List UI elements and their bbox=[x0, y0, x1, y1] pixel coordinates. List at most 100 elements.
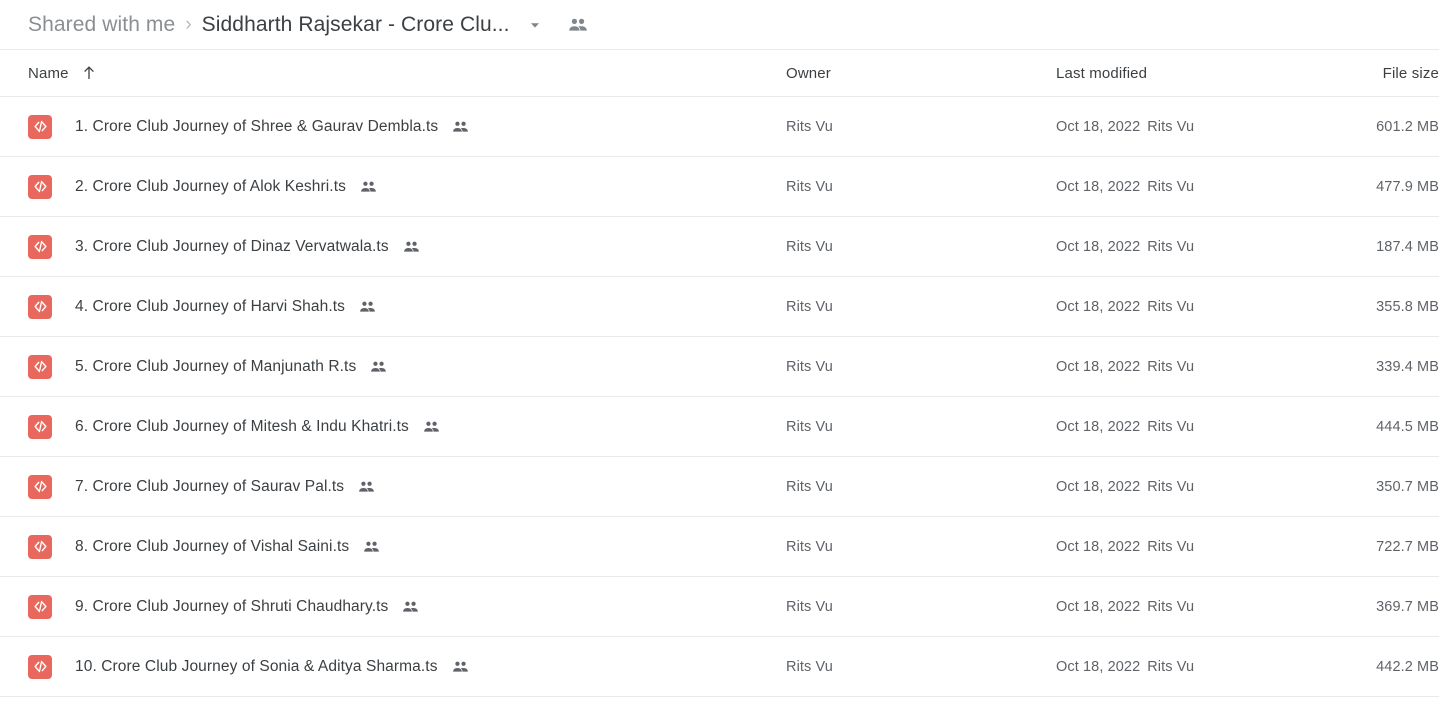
table-row[interactable]: 10. Crore Club Journey of Sonia & Aditya… bbox=[0, 637, 1439, 697]
file-name-cell[interactable]: 2. Crore Club Journey of Alok Keshri.ts bbox=[0, 174, 786, 199]
last-modified-date: Oct 18, 2022 bbox=[1056, 538, 1141, 555]
breadcrumb-separator-icon: › bbox=[185, 14, 192, 35]
code-file-icon bbox=[28, 534, 52, 559]
last-modified-by: Rits Vu bbox=[1147, 298, 1195, 315]
file-size-cell: 339.4 MB bbox=[1376, 358, 1439, 375]
table-row[interactable]: 9. Crore Club Journey of Shruti Chaudhar… bbox=[0, 577, 1439, 637]
file-last-modified-cell: Oct 18, 2022 Rits Vu bbox=[1056, 179, 1306, 195]
people-icon bbox=[358, 480, 375, 494]
file-name-label: 7. Crore Club Journey of Saurav Pal.ts bbox=[75, 477, 345, 495]
file-size-cell: 601.2 MB bbox=[1376, 118, 1439, 135]
file-name-label: 6. Crore Club Journey of Mitesh & Indu K… bbox=[75, 417, 409, 435]
file-owner-cell: Rits Vu bbox=[786, 238, 833, 255]
breadcrumb-current-folder[interactable]: Siddharth Rajsekar - Crore Clu... bbox=[202, 13, 510, 37]
file-size-cell: 369.7 MB bbox=[1376, 598, 1439, 615]
file-owner-cell: Rits Vu bbox=[786, 598, 833, 615]
file-name-cell[interactable]: 3. Crore Club Journey of Dinaz Vervatwal… bbox=[0, 234, 786, 259]
file-last-modified-cell: Oct 18, 2022 Rits Vu bbox=[1056, 299, 1306, 315]
column-header-last-modified[interactable]: Last modified bbox=[1056, 65, 1306, 82]
file-size-cell: 442.2 MB bbox=[1376, 658, 1439, 675]
code-file-icon bbox=[28, 474, 52, 499]
file-name-label: 9. Crore Club Journey of Shruti Chaudhar… bbox=[75, 597, 389, 615]
last-modified-date: Oct 18, 2022 bbox=[1056, 238, 1141, 255]
last-modified-date: Oct 18, 2022 bbox=[1056, 118, 1141, 135]
table-row[interactable]: 8. Crore Club Journey of Vishal Saini.ts… bbox=[0, 517, 1439, 577]
code-file-icon bbox=[28, 114, 52, 139]
file-last-modified-cell: Oct 18, 2022 Rits Vu bbox=[1056, 119, 1306, 135]
column-header-owner[interactable]: Owner bbox=[786, 65, 1056, 82]
last-modified-date: Oct 18, 2022 bbox=[1056, 418, 1141, 435]
file-last-modified-cell: Oct 18, 2022 Rits Vu bbox=[1056, 659, 1306, 675]
file-name-cell[interactable]: 4. Crore Club Journey of Harvi Shah.ts bbox=[0, 294, 786, 319]
last-modified-by: Rits Vu bbox=[1147, 118, 1195, 135]
file-owner-cell: Rits Vu bbox=[786, 658, 833, 675]
code-file-icon bbox=[28, 414, 52, 439]
file-owner-cell: Rits Vu bbox=[786, 298, 833, 315]
last-modified-by: Rits Vu bbox=[1147, 658, 1195, 675]
table-row[interactable]: 2. Crore Club Journey of Alok Keshri.ts R… bbox=[0, 157, 1439, 217]
column-header-name[interactable]: Name bbox=[0, 65, 786, 82]
file-size-cell: 355.8 MB bbox=[1376, 298, 1439, 315]
table-row[interactable]: 5. Crore Club Journey of Manjunath R.ts R… bbox=[0, 337, 1439, 397]
last-modified-date: Oct 18, 2022 bbox=[1056, 658, 1141, 675]
people-icon bbox=[402, 600, 419, 614]
breadcrumb: Shared with me › Siddharth Rajsekar - Cr… bbox=[0, 0, 1439, 50]
table-row[interactable]: 7. Crore Club Journey of Saurav Pal.ts Ri… bbox=[0, 457, 1439, 517]
file-last-modified-cell: Oct 18, 2022 Rits Vu bbox=[1056, 359, 1306, 375]
people-icon bbox=[452, 660, 469, 674]
file-size-cell: 477.9 MB bbox=[1376, 178, 1439, 195]
breadcrumb-parent-shared-with-me[interactable]: Shared with me bbox=[28, 13, 175, 37]
table-row[interactable]: 4. Crore Club Journey of Harvi Shah.ts Ri… bbox=[0, 277, 1439, 337]
people-icon bbox=[370, 360, 387, 374]
file-size-cell: 350.7 MB bbox=[1376, 478, 1439, 495]
table-row[interactable]: 1. Crore Club Journey of Shree & Gaurav … bbox=[0, 97, 1439, 157]
file-name-label: 10. Crore Club Journey of Sonia & Aditya… bbox=[75, 657, 438, 675]
file-name-cell[interactable]: 6. Crore Club Journey of Mitesh & Indu K… bbox=[0, 414, 786, 439]
last-modified-date: Oct 18, 2022 bbox=[1056, 358, 1141, 375]
arrow-up-icon[interactable] bbox=[82, 65, 96, 81]
table-column-header: Name Owner Last modified File size bbox=[0, 50, 1439, 97]
people-icon[interactable] bbox=[568, 17, 588, 33]
file-name-cell[interactable]: 1. Crore Club Journey of Shree & Gaurav … bbox=[0, 114, 786, 139]
file-name-label: 1. Crore Club Journey of Shree & Gaurav … bbox=[75, 117, 439, 135]
file-owner-cell: Rits Vu bbox=[786, 538, 833, 555]
file-name-cell[interactable]: 10. Crore Club Journey of Sonia & Aditya… bbox=[0, 654, 786, 679]
file-size-cell: 187.4 MB bbox=[1376, 238, 1439, 255]
code-file-icon bbox=[28, 354, 52, 379]
file-size-cell: 722.7 MB bbox=[1376, 538, 1439, 555]
file-list: 1. Crore Club Journey of Shree & Gaurav … bbox=[0, 97, 1439, 697]
code-file-icon bbox=[28, 294, 52, 319]
last-modified-date: Oct 18, 2022 bbox=[1056, 178, 1141, 195]
file-last-modified-cell: Oct 18, 2022 Rits Vu bbox=[1056, 479, 1306, 495]
last-modified-by: Rits Vu bbox=[1147, 598, 1195, 615]
people-icon bbox=[452, 120, 469, 134]
file-owner-cell: Rits Vu bbox=[786, 358, 833, 375]
file-name-label: 3. Crore Club Journey of Dinaz Vervatwal… bbox=[75, 237, 389, 255]
chevron-down-icon[interactable] bbox=[528, 18, 542, 32]
table-row[interactable]: 3. Crore Club Journey of Dinaz Vervatwal… bbox=[0, 217, 1439, 277]
file-name-label: 4. Crore Club Journey of Harvi Shah.ts bbox=[75, 297, 346, 315]
file-last-modified-cell: Oct 18, 2022 Rits Vu bbox=[1056, 539, 1306, 555]
last-modified-by: Rits Vu bbox=[1147, 418, 1195, 435]
file-name-cell[interactable]: 8. Crore Club Journey of Vishal Saini.ts bbox=[0, 534, 786, 559]
last-modified-by: Rits Vu bbox=[1147, 178, 1195, 195]
column-header-file-size[interactable]: File size bbox=[1306, 65, 1439, 82]
last-modified-by: Rits Vu bbox=[1147, 358, 1195, 375]
table-row[interactable]: 6. Crore Club Journey of Mitesh & Indu K… bbox=[0, 397, 1439, 457]
file-size-cell: 444.5 MB bbox=[1376, 418, 1439, 435]
file-owner-cell: Rits Vu bbox=[786, 118, 833, 135]
file-name-cell[interactable]: 9. Crore Club Journey of Shruti Chaudhar… bbox=[0, 594, 786, 619]
file-name-cell[interactable]: 5. Crore Club Journey of Manjunath R.ts bbox=[0, 354, 786, 379]
last-modified-by: Rits Vu bbox=[1147, 238, 1195, 255]
column-header-name-label: Name bbox=[28, 64, 69, 82]
file-last-modified-cell: Oct 18, 2022 Rits Vu bbox=[1056, 419, 1306, 435]
file-name-cell[interactable]: 7. Crore Club Journey of Saurav Pal.ts bbox=[0, 474, 786, 499]
last-modified-date: Oct 18, 2022 bbox=[1056, 298, 1141, 315]
last-modified-date: Oct 18, 2022 bbox=[1056, 478, 1141, 495]
file-owner-cell: Rits Vu bbox=[786, 418, 833, 435]
file-owner-cell: Rits Vu bbox=[786, 478, 833, 495]
people-icon bbox=[403, 240, 420, 254]
file-last-modified-cell: Oct 18, 2022 Rits Vu bbox=[1056, 239, 1306, 255]
people-icon bbox=[359, 300, 376, 314]
file-name-label: 5. Crore Club Journey of Manjunath R.ts bbox=[75, 357, 357, 375]
